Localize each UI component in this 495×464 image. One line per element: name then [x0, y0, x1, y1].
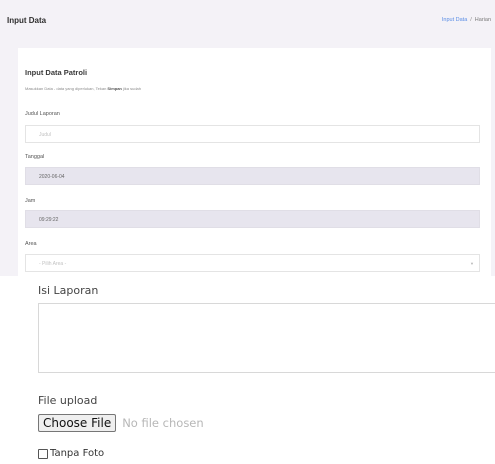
- form-hint-bold: Simpan: [107, 86, 122, 91]
- top-panel: Input Data Input Data / Harian Input Data …: [0, 0, 495, 276]
- jam-field: 09:29:22: [25, 210, 480, 228]
- breadcrumb-separator: /: [470, 17, 472, 23]
- choose-file-button[interactable]: Choose File: [38, 414, 117, 432]
- tanpa-foto-row: Tanpa Foto: [38, 448, 104, 459]
- breadcrumb-current: Harian: [474, 17, 491, 23]
- tanggal-label: Tanggal: [25, 154, 45, 160]
- area-select-value: - Pilih Area -: [39, 261, 67, 267]
- isi-laporan-label: Isi Laporan: [38, 284, 99, 297]
- form-card: Input Data Patroli Masukkan Data - data …: [18, 48, 491, 276]
- judul-input[interactable]: Judul: [25, 125, 480, 143]
- form-hint: Masukkan Data - data yang diperlukan, Te…: [25, 86, 141, 91]
- page-title: Input Data: [7, 16, 47, 25]
- form-hint-text-end: jika sudah: [121, 86, 141, 91]
- page-header: Input Data Input Data / Harian: [0, 0, 495, 40]
- tanpa-foto-checkbox[interactable]: [38, 448, 48, 459]
- tanggal-field: 2020-06-04: [25, 167, 480, 185]
- file-upload-label: File upload: [38, 394, 98, 407]
- jam-label: Jam: [25, 198, 36, 204]
- judul-label: Judul Laporan: [25, 111, 60, 117]
- breadcrumb: Input Data / Harian: [442, 17, 491, 23]
- breadcrumb-link-input-data[interactable]: Input Data: [442, 17, 467, 23]
- tanpa-foto-label[interactable]: Tanpa Foto: [50, 448, 104, 459]
- form-title: Input Data Patroli: [25, 68, 88, 77]
- file-status: No file chosen: [122, 416, 204, 430]
- form-hint-text: Masukkan Data - data yang diperlukan, Te…: [25, 86, 108, 91]
- area-label: Area: [25, 241, 37, 247]
- file-upload-row: Choose File No file chosen: [38, 414, 204, 432]
- chevron-down-icon: ▼: [470, 261, 474, 266]
- isi-laporan-textarea[interactable]: [38, 303, 495, 373]
- area-select[interactable]: - Pilih Area - ▼: [25, 254, 480, 272]
